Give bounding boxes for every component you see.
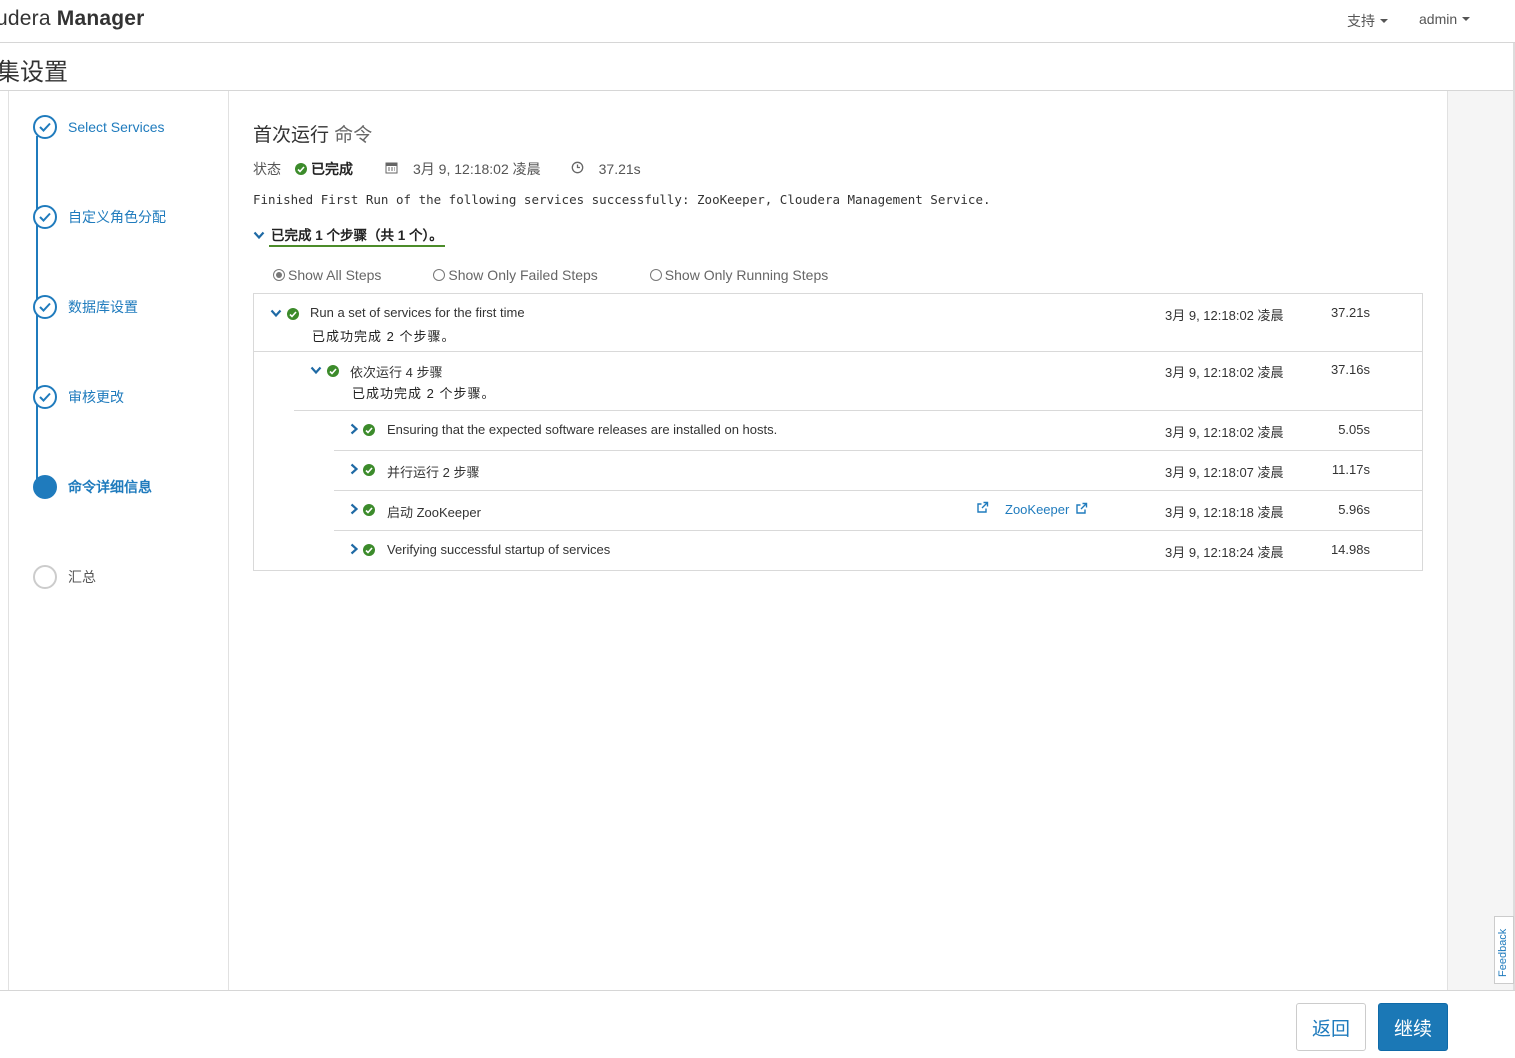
step-duration: 14.98s bbox=[1330, 542, 1370, 557]
chevron-right-icon[interactable] bbox=[350, 543, 359, 555]
zookeeper-service-link[interactable]: ZooKeeper bbox=[1005, 502, 1088, 517]
step-name: Verifying successful startup of services bbox=[387, 542, 611, 557]
step-time: 3月 9, 12:18:02 凌晨 bbox=[1165, 425, 1284, 440]
step-time: 3月 9, 12:18:02 凌晨 bbox=[1165, 308, 1284, 323]
step-time: 3月 9, 12:18:24 凌晨 bbox=[1165, 545, 1284, 560]
caret-down-icon bbox=[1462, 17, 1471, 22]
command-status-row: 状态 已完成 3月 9, 12:18:02 凌晨 37.21s bbox=[253, 159, 641, 179]
status-label: 状态 bbox=[253, 161, 281, 177]
active-step-icon bbox=[33, 475, 57, 499]
table-row: 并行运行 2 步骤 3月 9, 12:18:07 凌晨 11.17s bbox=[254, 450, 1422, 490]
step-name: 启动 ZooKeeper bbox=[387, 505, 481, 520]
duration: 37.21s bbox=[598, 161, 641, 177]
chevron-down-icon[interactable] bbox=[270, 309, 282, 318]
user-menu[interactable]: admin bbox=[1419, 11, 1471, 27]
steps-summary-toggle[interactable]: 已完成 1 个步骤（共 1 个）。 bbox=[253, 224, 445, 247]
table-row: Verifying successful startup of services… bbox=[254, 530, 1422, 570]
pending-step-icon bbox=[33, 565, 57, 589]
wizard-step-summary: 汇总 bbox=[33, 564, 96, 590]
table-row: Run a set of services for the first time… bbox=[254, 294, 1422, 352]
command-title: 首次运行 命令 bbox=[253, 125, 373, 146]
back-button[interactable]: 返回 bbox=[1296, 1003, 1366, 1051]
right-margin bbox=[1447, 91, 1513, 991]
clock-icon bbox=[571, 161, 584, 177]
step-duration: 5.96s bbox=[1338, 502, 1370, 517]
filter-failed-steps[interactable]: Show Only Failed Steps bbox=[433, 267, 598, 283]
check-icon bbox=[33, 205, 57, 229]
check-icon bbox=[33, 115, 57, 139]
step-duration: 5.05s bbox=[1338, 422, 1370, 437]
chevron-right-icon[interactable] bbox=[350, 463, 359, 475]
step-time: 3月 9, 12:18:07 凌晨 bbox=[1165, 465, 1284, 480]
step-name: 依次运行 4 步骤 bbox=[350, 365, 443, 380]
chevron-down-icon[interactable] bbox=[310, 366, 322, 375]
page-header: 集设置 bbox=[0, 43, 1515, 91]
command-result-message: Finished First Run of the following serv… bbox=[253, 192, 991, 207]
radio-selected-icon bbox=[273, 269, 285, 281]
external-link-icon bbox=[1076, 502, 1088, 514]
wizard-step-command-details[interactable]: 命令详细信息 bbox=[33, 474, 152, 500]
caret-down-icon bbox=[1380, 19, 1388, 24]
success-check-icon bbox=[363, 544, 375, 556]
success-check-icon bbox=[363, 464, 375, 476]
table-row: Ensuring that the expected software rele… bbox=[254, 410, 1422, 450]
step-name: 并行运行 2 步骤 bbox=[387, 465, 480, 480]
radio-icon bbox=[433, 269, 446, 281]
step-filter-group: Show All Steps Show Only Failed Steps Sh… bbox=[273, 267, 828, 283]
step-detail: 已成功完成 2 个步骤。 bbox=[312, 329, 456, 344]
page-title: 集设置 bbox=[0, 59, 68, 86]
command-steps-table: Run a set of services for the first time… bbox=[253, 293, 1423, 571]
step-detail: 已成功完成 2 个步骤。 bbox=[352, 386, 496, 401]
table-row: 依次运行 4 步骤 已成功完成 2 个步骤。 3月 9, 12:18:02 凌晨… bbox=[254, 351, 1422, 411]
success-check-icon bbox=[295, 163, 307, 175]
wizard-step-select-services[interactable]: Select Services bbox=[33, 114, 164, 140]
start-time: 3月 9, 12:18:02 凌晨 bbox=[413, 161, 541, 177]
check-icon bbox=[33, 385, 57, 409]
step-time: 3月 9, 12:18:02 凌晨 bbox=[1165, 365, 1284, 380]
external-link-icon[interactable] bbox=[976, 501, 989, 514]
wizard-step-review-changes[interactable]: 审核更改 bbox=[33, 384, 124, 410]
top-navbar: udera Manager 支持 admin bbox=[0, 0, 1515, 43]
radio-icon bbox=[649, 269, 662, 281]
success-check-icon bbox=[363, 424, 375, 436]
wizard-step-role-assignment[interactable]: 自定义角色分配 bbox=[33, 204, 166, 230]
filter-running-steps[interactable]: Show Only Running Steps bbox=[649, 267, 828, 283]
step-duration: 37.16s bbox=[1330, 362, 1370, 377]
feedback-tab[interactable]: Feedback bbox=[1494, 916, 1514, 984]
table-row: 启动 ZooKeeper ZooKeeper 3月 9, 12:18:18 凌晨… bbox=[254, 490, 1422, 530]
step-duration: 37.21s bbox=[1330, 305, 1370, 320]
calendar-icon bbox=[385, 161, 398, 177]
support-menu[interactable]: 支持 bbox=[1347, 11, 1388, 31]
chevron-right-icon[interactable] bbox=[350, 503, 359, 515]
brand-logo[interactable]: udera Manager bbox=[0, 7, 145, 31]
success-check-icon bbox=[327, 365, 339, 377]
status-value: 已完成 bbox=[311, 161, 353, 177]
chevron-right-icon[interactable] bbox=[350, 423, 359, 435]
success-check-icon bbox=[287, 308, 299, 320]
check-icon bbox=[33, 295, 57, 319]
wizard-step-database-setup[interactable]: 数据库设置 bbox=[33, 294, 138, 320]
wizard-footer: 返回 继续 bbox=[0, 990, 1515, 1058]
filter-all-steps[interactable]: Show All Steps bbox=[273, 267, 381, 283]
chevron-down-icon bbox=[253, 231, 265, 240]
success-check-icon bbox=[363, 504, 375, 516]
step-name: Ensuring that the expected software rele… bbox=[387, 422, 778, 437]
step-time: 3月 9, 12:18:18 凌晨 bbox=[1165, 505, 1284, 520]
step-duration: 11.17s bbox=[1331, 462, 1370, 477]
step-name: Run a set of services for the first time bbox=[310, 305, 525, 320]
continue-button[interactable]: 继续 bbox=[1378, 1003, 1448, 1051]
